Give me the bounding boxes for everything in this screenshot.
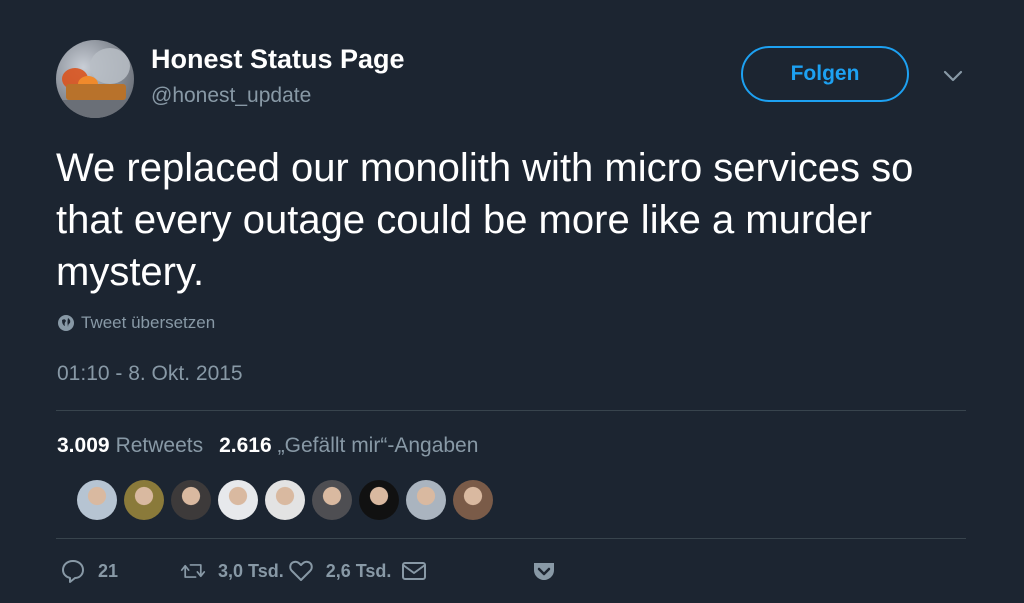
liker-avatar[interactable] [218,480,258,520]
translate-label[interactable]: Tweet übersetzen [81,313,215,333]
liker-avatar[interactable] [359,480,399,520]
retweets-stat[interactable]: 3.009 Retweets [57,434,203,458]
envelope-icon [402,562,427,580]
likes-count: 2.616 [219,434,272,457]
action-bar: 21 3,0 Tsd. 2,6 Tsd. [60,558,557,584]
follow-button[interactable]: Folgen [741,46,909,102]
profile-avatar[interactable] [56,40,134,118]
pocket-icon [534,563,555,580]
reply-icon [62,560,84,583]
globe-icon [58,315,74,331]
like-count: 2,6 Tsd. [325,560,392,581]
user-handle[interactable]: @honest_update [151,84,311,108]
chevron-down-icon[interactable] [942,68,964,84]
retweets-count: 3.009 [57,434,110,457]
divider [56,410,966,411]
pocket-action[interactable] [531,558,557,584]
liker-avatar[interactable] [406,480,446,520]
likes-stat[interactable]: 2.616 „Gefällt mir“-Angaben [219,434,478,458]
retweet-action[interactable]: 3,0 Tsd. [180,558,284,584]
translate-link[interactable]: Tweet übersetzen [57,313,215,333]
engagement-stats: 3.009 Retweets 2.616 „Gefällt mir“-Angaben [57,434,478,458]
tweet-text: We replaced our monolith with micro serv… [56,146,914,294]
liker-avatars [77,480,493,520]
divider [56,538,966,539]
liker-avatar[interactable] [312,480,352,520]
message-action[interactable] [401,558,427,584]
retweets-label: Retweets [115,434,204,457]
heart-icon [288,560,313,581]
liker-avatar[interactable] [265,480,305,520]
display-name[interactable]: Honest Status Page [151,44,405,75]
liker-avatar[interactable] [77,480,117,520]
likes-label: „Gefällt mir“-Angaben [277,434,479,457]
liker-avatar[interactable] [124,480,164,520]
liker-avatar[interactable] [171,480,211,520]
reply-count: 21 [98,560,119,581]
like-action[interactable]: 2,6 Tsd. [288,558,392,584]
retweet-count: 3,0 Tsd. [218,560,284,581]
liker-avatar[interactable] [453,480,493,520]
tweet-timestamp[interactable]: 01:10 - 8. Okt. 2015 [57,362,243,386]
retweet-icon [180,564,206,578]
reply-action[interactable]: 21 [60,558,118,584]
